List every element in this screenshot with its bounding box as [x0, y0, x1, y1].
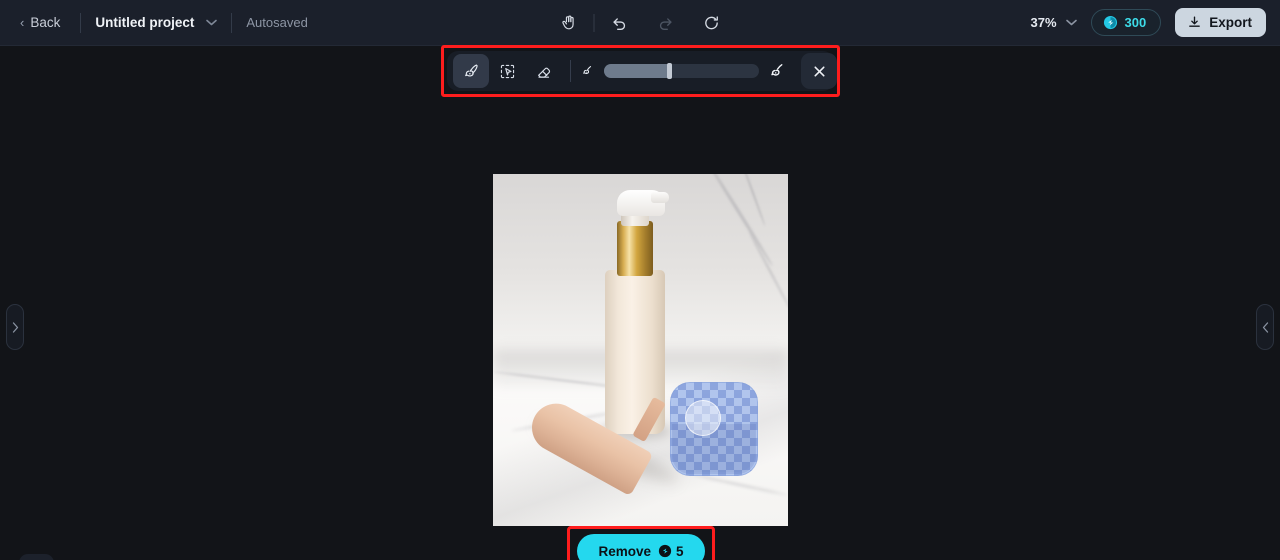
magic-wand-select-icon	[498, 62, 517, 81]
back-button-label: Back	[30, 15, 61, 30]
magic-select-tool-button[interactable]	[489, 54, 525, 88]
hand-icon[interactable]	[554, 8, 584, 38]
toolbar-divider	[570, 60, 571, 82]
project-title[interactable]: Untitled project	[95, 15, 194, 30]
download-icon	[1187, 15, 1202, 30]
header-tools-divider	[593, 13, 595, 32]
help-button[interactable]	[19, 554, 54, 560]
app-header: ‹ Back Untitled project Autosaved 37% 30…	[0, 0, 1280, 46]
brush-size-slider[interactable]	[604, 63, 759, 79]
eraser-icon	[534, 62, 553, 81]
eraser-tool-button[interactable]	[525, 54, 561, 88]
chevron-down-icon	[1065, 19, 1077, 26]
back-button[interactable]: ‹ Back	[14, 11, 66, 34]
credits-badge[interactable]: 300	[1090, 9, 1162, 36]
credit-coin-icon	[1103, 15, 1118, 30]
chevron-left-icon: ‹	[20, 15, 25, 30]
brush-cursor	[685, 400, 721, 436]
header-divider-1	[80, 12, 82, 33]
zoom-selector[interactable]: 37%	[1031, 15, 1077, 30]
left-panel-toggle[interactable]	[6, 304, 24, 350]
header-right-group: 37% 300 Export	[1031, 0, 1266, 45]
redo-arrow-icon[interactable]	[651, 8, 681, 38]
credits-value: 300	[1124, 15, 1147, 30]
pump-bottle-gold-collar	[617, 221, 653, 276]
close-toolbar-button[interactable]	[801, 53, 837, 89]
export-button[interactable]: Export	[1175, 8, 1266, 37]
edit-toolbar	[447, 51, 837, 91]
remove-button-label: Remove	[598, 543, 651, 559]
canvas-image[interactable]	[493, 174, 788, 526]
chevron-left-icon	[1262, 321, 1269, 333]
brush-size-control	[580, 61, 787, 81]
export-button-label: Export	[1209, 15, 1252, 30]
brush-large-icon	[767, 61, 787, 81]
right-panel-toggle[interactable]	[1256, 304, 1274, 350]
image-editor-app: ‹ Back Untitled project Autosaved 37% 30…	[0, 0, 1280, 560]
remove-button[interactable]: Remove 5	[577, 534, 705, 560]
credit-coin-icon	[658, 544, 672, 558]
brush-icon	[462, 62, 481, 81]
header-center-tools	[554, 0, 727, 45]
remove-cost-value: 5	[676, 543, 684, 559]
header-divider-2	[231, 12, 233, 33]
brush-tool-button[interactable]	[453, 54, 489, 88]
refresh-icon[interactable]	[697, 8, 727, 38]
brush-small-icon	[580, 63, 596, 79]
autosave-status: Autosaved	[246, 15, 308, 30]
editor-canvas[interactable]: Remove 5	[0, 46, 1280, 560]
remove-button-highlight: Remove 5	[567, 526, 715, 560]
close-x-icon	[812, 64, 827, 79]
pump-bottle-nozzle	[651, 192, 669, 203]
zoom-level-value: 37%	[1030, 15, 1057, 30]
undo-arrow-icon[interactable]	[605, 8, 635, 38]
remove-cost: 5	[658, 544, 684, 559]
brush-size-slider-fill	[604, 64, 670, 78]
brush-size-slider-thumb[interactable]	[667, 63, 673, 79]
header-left-group: ‹ Back Untitled project Autosaved	[0, 0, 308, 45]
edit-toolbar-highlight	[441, 45, 840, 97]
chevron-right-icon	[12, 321, 19, 333]
chevron-down-icon[interactable]	[206, 19, 218, 26]
